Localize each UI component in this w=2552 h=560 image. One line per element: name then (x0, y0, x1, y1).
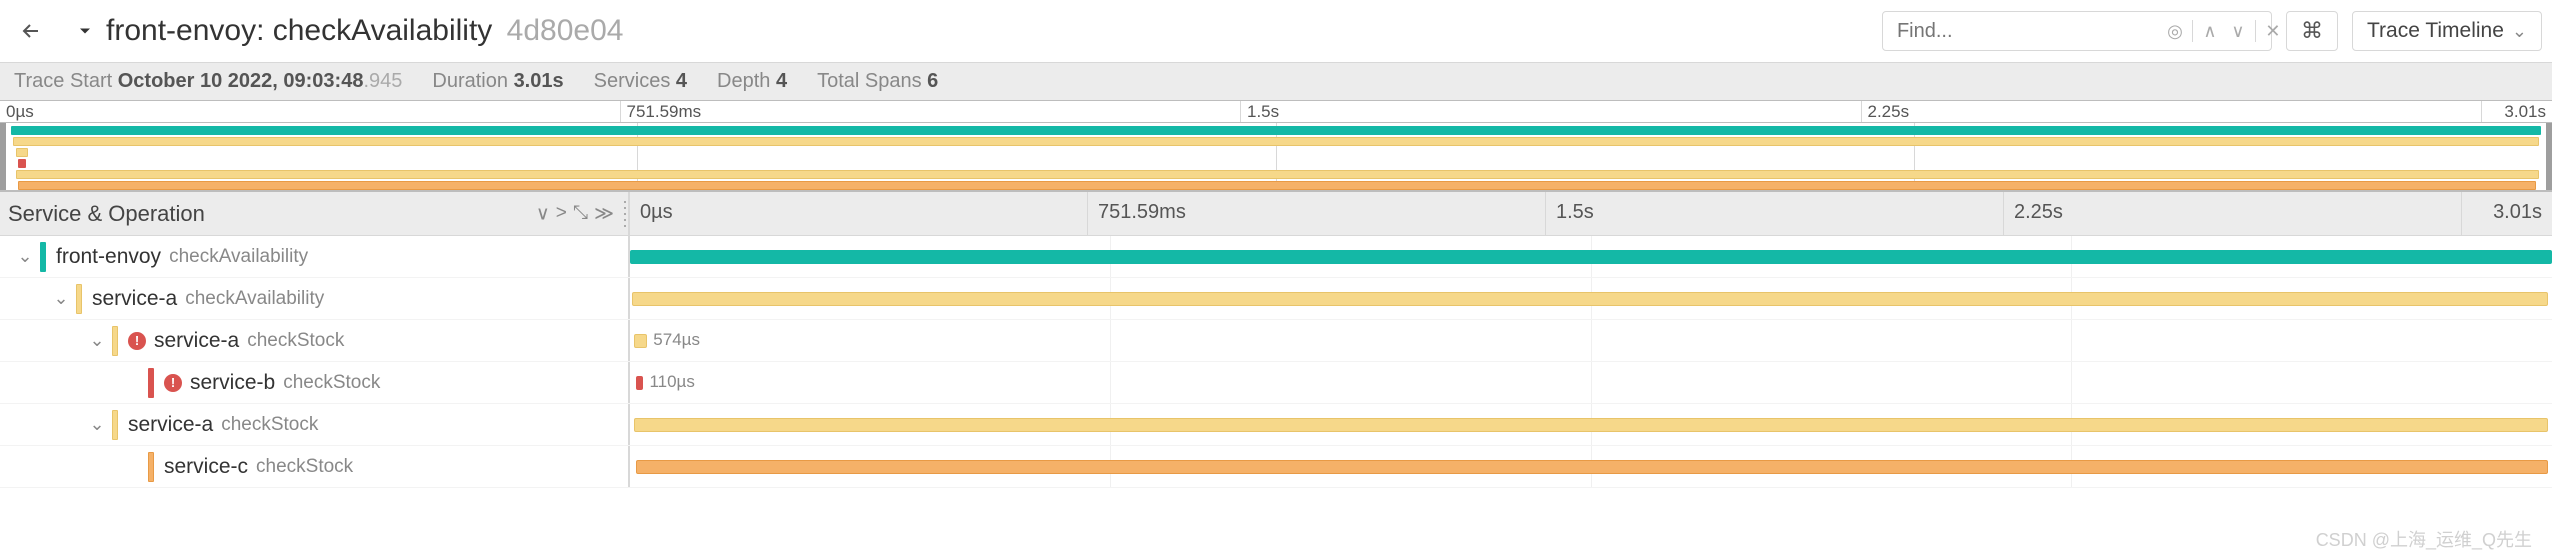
meta-spans: Total Spans 6 (817, 70, 938, 93)
trace-service: front-envoy (106, 14, 256, 47)
meta-services: Services 4 (594, 70, 687, 93)
ruler-tick: 2.25s (2004, 192, 2462, 235)
back-button[interactable] (14, 14, 48, 48)
service-color-stripe (148, 452, 154, 482)
chevron-down-icon: ⌄ (2512, 21, 2527, 42)
span-tree-cell: ⌄ service-a checkStock (0, 404, 630, 445)
span-tree-cell: service-c checkStock (0, 446, 630, 487)
view-selector[interactable]: Trace Timeline ⌄ (2352, 11, 2542, 51)
span-bar-area (630, 278, 2552, 319)
ruler-tick: 1.5s (1241, 101, 1862, 122)
tree-header: Service & Operation ∨ > ⤡ ≫ (0, 192, 630, 235)
find-box[interactable]: ◎ ∧ ∨ ✕ (1882, 11, 2272, 51)
watermark: CSDN @上海_运维_Q先生 (2316, 526, 2532, 552)
span-bar-area (630, 236, 2552, 277)
span-operation: checkAvailability (185, 288, 324, 310)
span-service: front-envoy (56, 245, 161, 269)
ruler-tick: 0µs (0, 101, 621, 122)
meta-bar: Trace Start October 10 2022, 09:03:48.94… (0, 62, 2552, 100)
span-bar-area: 574µs (630, 320, 2552, 361)
service-color-stripe (40, 242, 46, 272)
span-tree-cell: ⌄! service-a checkStock (0, 320, 630, 361)
span-service: service-a (128, 413, 213, 437)
span-operation: checkAvailability (169, 246, 308, 268)
service-color-stripe (112, 326, 118, 356)
view-label: Trace Timeline (2367, 19, 2504, 43)
span-duration-label: 574µs (653, 330, 700, 350)
error-icon: ! (128, 332, 146, 350)
span-operation: checkStock (247, 330, 344, 352)
meta-trace-start: Trace Start October 10 2022, 09:03:48.94… (14, 70, 402, 93)
chevron-down-icon[interactable]: ⌄ (86, 414, 108, 435)
column-resize-handle[interactable] (621, 199, 629, 229)
ruler-tick: 1.5s (1546, 192, 2004, 235)
expand-deep-icon[interactable]: ≫ (594, 202, 614, 225)
collapse-deep-icon[interactable]: ⤡ (573, 202, 588, 225)
ruler-tick: 2.25s (1862, 101, 2483, 122)
span-bar[interactable] (634, 418, 2548, 432)
locate-icon[interactable]: ◎ (2162, 18, 2188, 44)
span-duration-label: 110µs (649, 372, 694, 392)
span-row[interactable]: ⌄ service-a checkAvailability (0, 278, 2552, 320)
command-icon: ⌘ (2301, 18, 2323, 44)
expand-one-icon[interactable]: > (556, 202, 567, 225)
service-color-stripe (112, 410, 118, 440)
find-input[interactable] (1897, 20, 2162, 43)
waterfall-ruler: 0µs 751.59ms 1.5s 2.25s 3.01s (630, 192, 2552, 235)
span-row[interactable]: service-c checkStock (0, 446, 2552, 488)
span-row[interactable]: ⌄ service-a checkStock (0, 404, 2552, 446)
span-operation: checkStock (221, 414, 318, 436)
chevron-down-icon[interactable]: ⌄ (50, 288, 72, 309)
span-tree-cell: ⌄ service-a checkAvailability (0, 278, 630, 319)
ruler-tick: 0µs (630, 192, 1088, 235)
find-controls: ◎ ∧ ∨ ✕ (2162, 18, 2286, 44)
span-bar[interactable] (634, 334, 647, 348)
span-bar-area: 110µs (630, 362, 2552, 403)
meta-duration: Duration 3.01s (432, 70, 563, 93)
tree-controls: ∨ > ⤡ ≫ (536, 202, 614, 225)
trace-operation: checkAvailability (273, 14, 493, 47)
span-bar[interactable] (636, 460, 2548, 474)
ruler-tick: 751.59ms (1088, 192, 1546, 235)
span-row[interactable]: ⌄ front-envoy checkAvailability (0, 236, 2552, 278)
waterfall-header: Service & Operation ∨ > ⤡ ≫ 0µs 751.59ms… (0, 192, 2552, 236)
trace-title: front-envoy: checkAvailability 4d80e04 (106, 14, 623, 48)
ruler-tick: 3.01s (2482, 101, 2552, 122)
span-bar[interactable] (632, 292, 2548, 306)
span-tree-cell: ⌄ front-envoy checkAvailability (0, 236, 630, 277)
span-bar[interactable] (630, 250, 2552, 264)
service-color-stripe (76, 284, 82, 314)
span-bar-area (630, 446, 2552, 487)
minimap[interactable] (0, 122, 2552, 192)
trace-id: 4d80e04 (507, 14, 624, 47)
meta-depth: Depth 4 (717, 70, 787, 93)
ruler-tick: 3.01s (2462, 192, 2552, 235)
tree-header-label: Service & Operation (8, 201, 205, 227)
span-bar-area (630, 404, 2552, 445)
span-operation: checkStock (256, 456, 353, 478)
ruler-tick: 751.59ms (621, 101, 1242, 122)
collapse-all-icon[interactable]: ∨ (536, 202, 550, 225)
minimap-ruler: 0µs 751.59ms 1.5s 2.25s 3.01s (0, 100, 2552, 122)
chevron-down-icon[interactable]: ⌄ (14, 246, 36, 267)
span-service: service-b (190, 371, 275, 395)
collapse-trace-icon[interactable] (70, 16, 100, 46)
error-icon: ! (164, 374, 182, 392)
span-service: service-a (154, 329, 239, 353)
span-row[interactable]: ! service-b checkStock 110µs (0, 362, 2552, 404)
span-tree-cell: ! service-b checkStock (0, 362, 630, 403)
waterfall-body: ⌄ front-envoy checkAvailability ⌄ service-a c… (0, 236, 2552, 488)
span-service: service-c (164, 455, 248, 479)
span-service: service-a (92, 287, 177, 311)
shortcuts-button[interactable]: ⌘ (2286, 11, 2338, 51)
span-row[interactable]: ⌄! service-a checkStock 574µs (0, 320, 2552, 362)
top-header: front-envoy: checkAvailability 4d80e04 ◎… (0, 0, 2552, 62)
find-prev-icon[interactable]: ∧ (2197, 18, 2223, 44)
find-clear-icon[interactable]: ✕ (2260, 18, 2286, 44)
service-color-stripe (148, 368, 154, 398)
span-bar[interactable] (636, 376, 644, 390)
find-next-icon[interactable]: ∨ (2225, 18, 2251, 44)
span-operation: checkStock (283, 372, 380, 394)
chevron-down-icon[interactable]: ⌄ (86, 330, 108, 351)
